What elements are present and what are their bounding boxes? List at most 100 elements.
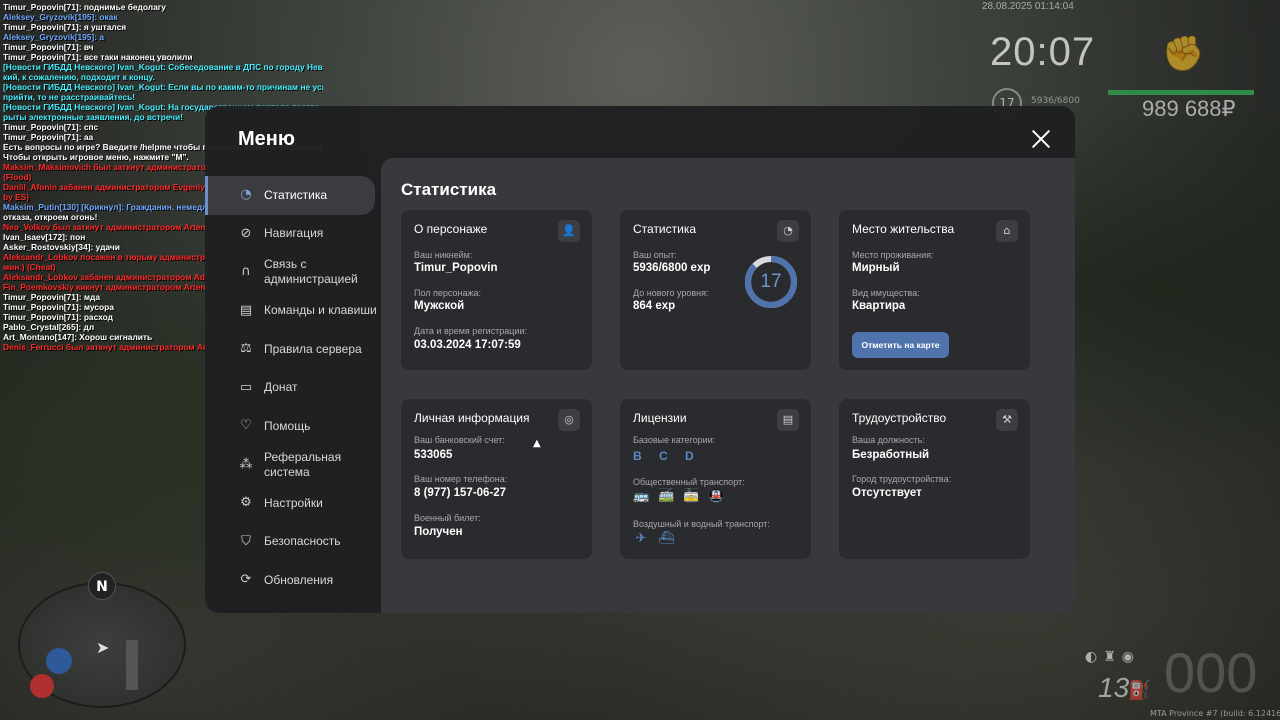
chat-line: прийти, то не расстраивайтесь! [3,92,136,102]
user-circle-icon: ◎ [558,409,580,431]
mouse-cursor-icon: ▲ [533,438,541,449]
shield-icon: ⛉ [241,533,251,549]
field-label: Дата и время регистрации: [414,326,527,336]
hud-exp: 5936/6800 [1031,96,1080,106]
keyboard-icon: ▤ [239,302,253,318]
pie-chart-icon: ◔ [777,220,799,242]
speedometer-value: 000 [1164,641,1258,704]
nav-item-label: Правила сервера [264,341,362,356]
plane-icon: ✈ [635,531,647,546]
chat-line: Timur_Popovin[71]: вч [3,42,94,52]
section-title: Статистика [401,180,497,199]
field-label: Ваш опыт: [633,250,677,260]
license-icon: ▤ [777,409,799,431]
nav-item[interactable]: ⚖ Правила сервера [205,330,381,369]
menu-title: Меню [238,128,295,150]
field-label: Общественный транспорт: [633,477,745,487]
phone-value: 8 (977) 157-06-27 [414,487,507,499]
nav-item[interactable]: ◔ Статистика [205,176,375,215]
headset-icon: ∩ [241,264,251,280]
position-value: Безработный [852,449,930,461]
card-employment: Трудоустройство ⚒ Ваша должность: Безраб… [839,399,1030,559]
chat-line: Aleksey_Gryzovik[195]: окак [3,12,118,22]
field-label: Военный билет: [414,513,481,523]
nav-item-label: Безопасность [264,534,341,549]
menu-nav: ◔ Статистика ⊘ Навигация ∩ Связь с администра… [205,176,381,600]
hud-clock: 20:07 [990,30,1096,74]
nav-item[interactable]: ⊘ Навигация [205,215,381,254]
vehicle-status-icons: ◐♜◉ [1085,649,1140,665]
nav-item[interactable]: ⁂ Реферальная система [205,446,381,485]
nav-item[interactable]: ⛉ Безопасность [205,523,381,562]
card-residence: Место жительства ⌂ Место проживания: Мир… [839,210,1030,370]
card-character: О персонаже 👤 Ваш никнейм: Timur_Popovin… [401,210,592,370]
health-bar [1108,90,1254,95]
bank-value: 533065 [414,449,453,461]
registration-value: 03.03.2024 17:07:59 [414,339,521,351]
level-number: 17 [760,271,782,292]
fuel-value: 13 [1098,672,1130,703]
hud-date: 28.08.2025 01:14:04 [982,1,1074,12]
nav-item[interactable]: ▭ Донат [205,369,381,408]
card-licenses: Лицензии ▤ Базовые категории: B C D Обще… [620,399,811,559]
minimap-north: N [88,572,116,600]
stats-panel: Статистика О персонаже 👤 Ваш никнейм: Ti… [381,158,1075,613]
update-icon: ⟳ [240,572,252,588]
pickaxe-icon: ⚒ [996,409,1018,431]
player-arrow-icon: ➤ [96,638,110,657]
card-title: Статистика [633,222,697,236]
field-label: Ваш никнейм: [414,250,473,260]
fist-icon: ✊ [1162,34,1205,74]
metro-icon: 🚇 [708,489,725,504]
fuel-icon: ⛽ [1128,680,1151,701]
air-water-icons: ✈ ⛴ [633,531,675,547]
public-transport-icons: 🚌 🚎 🚋 🚇 [633,489,724,505]
scales-icon: ⚖ [240,341,252,357]
chat-line: [Новости ГИБДД Невского] Ivan_Kogut: Соб… [3,62,323,72]
chat-line: Aleksey_Gryzovik[195]: а [3,32,105,42]
game-menu: Меню ◔ Статистика ⊘ Навигация ∩ Связь с админ… [205,106,1075,613]
job-city-value: Отсутствует [852,487,922,499]
mark-on-map-button[interactable]: Отметить на карте [852,332,949,358]
field-label: Вид имущества: [852,288,920,298]
home-icon: ⌂ [996,220,1018,242]
nav-item-label: Навигация [264,226,324,241]
shop-icon [30,674,54,698]
boat-icon: ⛴ [658,531,675,546]
nav-item-label: Донат [264,380,298,395]
user-icon: 👤 [558,220,580,242]
field-label: Ваш банковский счет: [414,435,505,445]
build-info: MTA Province #7 (build: 6.12416.9) [1150,709,1280,718]
wallet-icon: ▭ [239,379,253,395]
nav-item[interactable]: ∩ Связь с администрацией [205,253,381,292]
card-title: Трудоустройство [852,411,947,425]
nav-item[interactable]: ♡ Помощь [205,407,381,446]
stats-icon: ◔ [240,187,252,203]
nav-item-label: Команды и клавиши [264,303,377,318]
military-value: Получен [414,526,463,538]
chat-line: Timur_Popovin[71]: все таки наконец увол… [3,52,193,62]
card-title: О персонаже [414,222,488,236]
field-label: Ваш номер телефона: [414,474,508,484]
close-icon[interactable] [1030,128,1052,150]
nav-item[interactable]: ⟳ Обновления [205,561,381,600]
trolleybus-icon: 🚎 [658,489,675,504]
card-title: Лицензии [633,411,687,425]
card-personal: Личная информация ◎ Ваш банковский счет:… [401,399,592,559]
card-title: Место жительства [852,222,955,236]
hud-money: 989 688₽ [1142,96,1236,121]
field-label: Пол персонажа: [414,288,482,298]
nav-item[interactable]: ⚙ Настройки [205,484,381,523]
referral-icon: ⁂ [239,456,253,472]
field-label: Место проживания: [852,250,934,260]
license-categories: B C D [633,449,701,463]
card-title: Личная информация [414,411,530,425]
field-label: Город трудоустройства: [852,474,952,484]
nav-item[interactable]: ▤ Команды и клавиши [205,292,381,331]
gender-value: Мужской [414,300,465,312]
tram-icon: 🚋 [683,489,700,504]
gas-station-icon [46,648,72,674]
heart-hand-icon: ♡ [240,418,252,434]
residence-value: Мирный [852,262,900,274]
compass-icon: ⊘ [240,225,252,241]
